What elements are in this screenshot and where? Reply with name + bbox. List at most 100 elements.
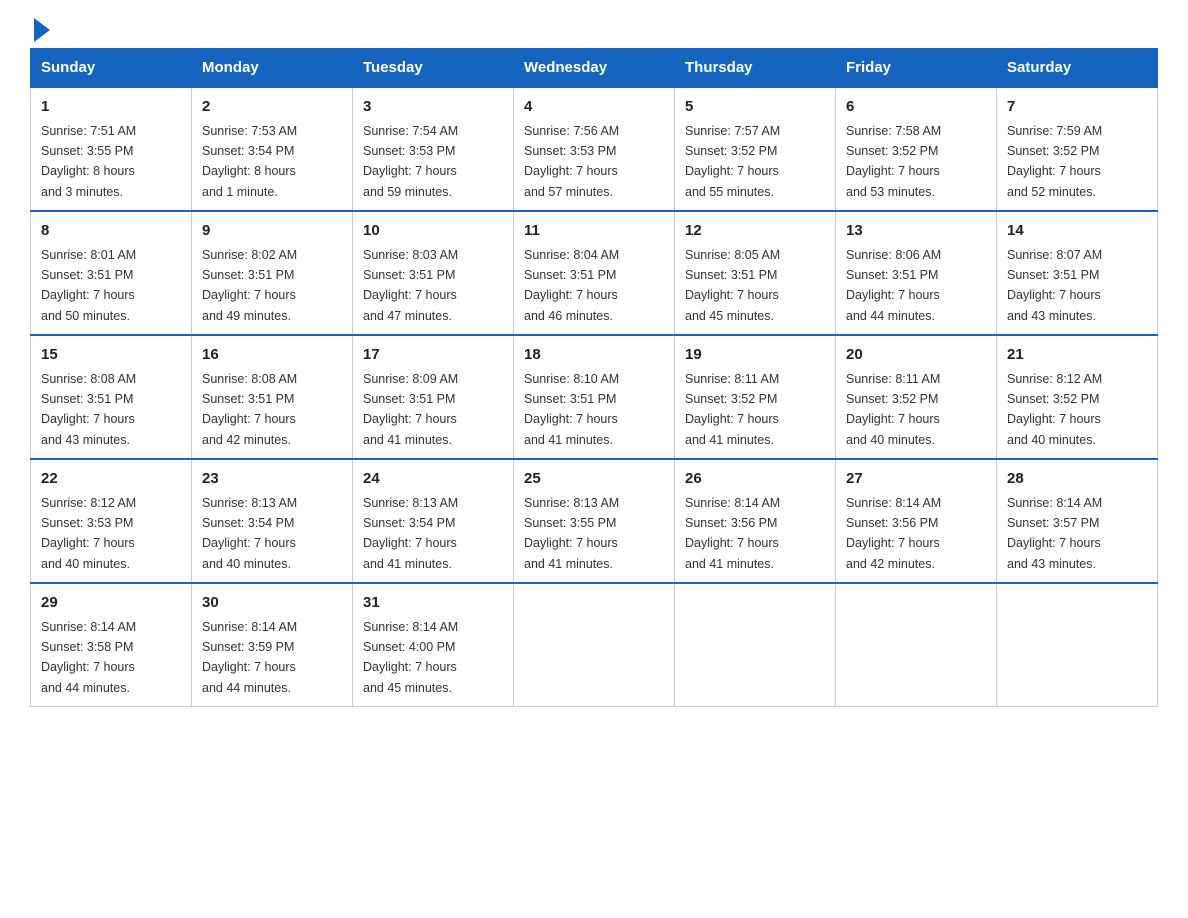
day-info: Sunrise: 8:14 AM Sunset: 4:00 PM Dayligh…	[363, 620, 458, 695]
week-row-1: 1 Sunrise: 7:51 AM Sunset: 3:55 PM Daylig…	[31, 87, 1158, 211]
day-cell: 9 Sunrise: 8:02 AM Sunset: 3:51 PM Daylig…	[192, 211, 353, 335]
week-row-5: 29 Sunrise: 8:14 AM Sunset: 3:58 PM Dayli…	[31, 583, 1158, 707]
day-cell	[514, 583, 675, 707]
day-info: Sunrise: 7:59 AM Sunset: 3:52 PM Dayligh…	[1007, 124, 1102, 199]
day-cell: 1 Sunrise: 7:51 AM Sunset: 3:55 PM Daylig…	[31, 87, 192, 211]
day-cell: 5 Sunrise: 7:57 AM Sunset: 3:52 PM Daylig…	[675, 87, 836, 211]
day-cell: 2 Sunrise: 7:53 AM Sunset: 3:54 PM Daylig…	[192, 87, 353, 211]
day-cell: 10Sunrise: 8:03 AM Sunset: 3:51 PM Dayli…	[353, 211, 514, 335]
day-info: Sunrise: 8:09 AM Sunset: 3:51 PM Dayligh…	[363, 372, 458, 447]
day-info: Sunrise: 8:14 AM Sunset: 3:56 PM Dayligh…	[846, 496, 941, 571]
column-header-wednesday: Wednesday	[514, 49, 675, 88]
day-cell: 29 Sunrise: 8:14 AM Sunset: 3:58 PM Dayli…	[31, 583, 192, 707]
day-cell: 4 Sunrise: 7:56 AM Sunset: 3:53 PM Daylig…	[514, 87, 675, 211]
day-cell: 23 Sunrise: 8:13 AM Sunset: 3:54 PM Dayli…	[192, 459, 353, 583]
day-info: Sunrise: 8:06 AM Sunset: 3:51 PM Dayligh…	[846, 248, 941, 323]
day-cell: 14Sunrise: 8:07 AM Sunset: 3:51 PM Dayli…	[997, 211, 1158, 335]
day-info: Sunrise: 8:08 AM Sunset: 3:51 PM Dayligh…	[41, 372, 136, 447]
day-cell: 24 Sunrise: 8:13 AM Sunset: 3:54 PM Dayli…	[353, 459, 514, 583]
day-info: Sunrise: 8:13 AM Sunset: 3:55 PM Dayligh…	[524, 496, 619, 571]
day-number: 31	[363, 592, 503, 615]
day-cell: 26 Sunrise: 8:14 AM Sunset: 3:56 PM Dayli…	[675, 459, 836, 583]
day-info: Sunrise: 8:14 AM Sunset: 3:57 PM Dayligh…	[1007, 496, 1102, 571]
day-cell: 15 Sunrise: 8:08 AM Sunset: 3:51 PM Dayli…	[31, 335, 192, 459]
day-number: 2	[202, 96, 342, 119]
logo	[30, 20, 52, 38]
day-info: Sunrise: 7:56 AM Sunset: 3:53 PM Dayligh…	[524, 124, 619, 199]
column-header-thursday: Thursday	[675, 49, 836, 88]
day-number: 20	[846, 344, 986, 367]
day-info: Sunrise: 8:13 AM Sunset: 3:54 PM Dayligh…	[202, 496, 297, 571]
day-info: Sunrise: 8:02 AM Sunset: 3:51 PM Dayligh…	[202, 248, 297, 323]
day-info: Sunrise: 7:53 AM Sunset: 3:54 PM Dayligh…	[202, 124, 297, 199]
day-cell: 30 Sunrise: 8:14 AM Sunset: 3:59 PM Dayli…	[192, 583, 353, 707]
day-number: 22	[41, 468, 181, 491]
day-info: Sunrise: 7:51 AM Sunset: 3:55 PM Dayligh…	[41, 124, 136, 199]
day-cell: 17 Sunrise: 8:09 AM Sunset: 3:51 PM Dayli…	[353, 335, 514, 459]
column-header-friday: Friday	[836, 49, 997, 88]
day-number: 27	[846, 468, 986, 491]
day-cell: 20Sunrise: 8:11 AM Sunset: 3:52 PM Dayli…	[836, 335, 997, 459]
day-number: 23	[202, 468, 342, 491]
day-number: 26	[685, 468, 825, 491]
day-cell: 6 Sunrise: 7:58 AM Sunset: 3:52 PM Daylig…	[836, 87, 997, 211]
day-info: Sunrise: 8:01 AM Sunset: 3:51 PM Dayligh…	[41, 248, 136, 323]
day-number: 8	[41, 220, 181, 243]
day-info: Sunrise: 8:14 AM Sunset: 3:56 PM Dayligh…	[685, 496, 780, 571]
column-header-monday: Monday	[192, 49, 353, 88]
day-cell	[836, 583, 997, 707]
calendar-header-row: SundayMondayTuesdayWednesdayThursdayFrid…	[31, 49, 1158, 88]
day-info: Sunrise: 8:14 AM Sunset: 3:58 PM Dayligh…	[41, 620, 136, 695]
day-info: Sunrise: 8:13 AM Sunset: 3:54 PM Dayligh…	[363, 496, 458, 571]
day-cell: 13 Sunrise: 8:06 AM Sunset: 3:51 PM Dayli…	[836, 211, 997, 335]
day-number: 21	[1007, 344, 1147, 367]
day-number: 13	[846, 220, 986, 243]
week-row-4: 22Sunrise: 8:12 AM Sunset: 3:53 PM Dayli…	[31, 459, 1158, 583]
day-info: Sunrise: 7:54 AM Sunset: 3:53 PM Dayligh…	[363, 124, 458, 199]
column-header-tuesday: Tuesday	[353, 49, 514, 88]
week-row-3: 15 Sunrise: 8:08 AM Sunset: 3:51 PM Dayli…	[31, 335, 1158, 459]
day-cell: 21 Sunrise: 8:12 AM Sunset: 3:52 PM Dayli…	[997, 335, 1158, 459]
day-number: 17	[363, 344, 503, 367]
calendar-table: SundayMondayTuesdayWednesdayThursdayFrid…	[30, 48, 1158, 707]
day-number: 3	[363, 96, 503, 119]
day-cell: 7 Sunrise: 7:59 AM Sunset: 3:52 PM Daylig…	[997, 87, 1158, 211]
day-number: 15	[41, 344, 181, 367]
day-info: Sunrise: 8:11 AM Sunset: 3:52 PM Dayligh…	[685, 372, 779, 447]
day-number: 9	[202, 220, 342, 243]
day-number: 11	[524, 220, 664, 243]
day-number: 29	[41, 592, 181, 615]
day-info: Sunrise: 8:07 AM Sunset: 3:51 PM Dayligh…	[1007, 248, 1102, 323]
day-cell: 31 Sunrise: 8:14 AM Sunset: 4:00 PM Dayli…	[353, 583, 514, 707]
day-info: Sunrise: 7:57 AM Sunset: 3:52 PM Dayligh…	[685, 124, 780, 199]
week-row-2: 8 Sunrise: 8:01 AM Sunset: 3:51 PM Daylig…	[31, 211, 1158, 335]
day-info: Sunrise: 8:05 AM Sunset: 3:51 PM Dayligh…	[685, 248, 780, 323]
day-number: 28	[1007, 468, 1147, 491]
day-info: Sunrise: 8:14 AM Sunset: 3:59 PM Dayligh…	[202, 620, 297, 695]
day-number: 25	[524, 468, 664, 491]
day-number: 7	[1007, 96, 1147, 119]
day-number: 4	[524, 96, 664, 119]
day-number: 6	[846, 96, 986, 119]
day-number: 1	[41, 96, 181, 119]
day-cell: 8 Sunrise: 8:01 AM Sunset: 3:51 PM Daylig…	[31, 211, 192, 335]
day-number: 30	[202, 592, 342, 615]
logo-arrow-icon	[32, 16, 52, 44]
day-cell: 12Sunrise: 8:05 AM Sunset: 3:51 PM Dayli…	[675, 211, 836, 335]
day-cell	[997, 583, 1158, 707]
day-number: 16	[202, 344, 342, 367]
day-info: Sunrise: 8:10 AM Sunset: 3:51 PM Dayligh…	[524, 372, 619, 447]
day-cell	[675, 583, 836, 707]
day-info: Sunrise: 8:08 AM Sunset: 3:51 PM Dayligh…	[202, 372, 297, 447]
day-cell: 16 Sunrise: 8:08 AM Sunset: 3:51 PM Dayli…	[192, 335, 353, 459]
day-info: Sunrise: 8:12 AM Sunset: 3:52 PM Dayligh…	[1007, 372, 1102, 447]
day-number: 24	[363, 468, 503, 491]
day-cell: 22Sunrise: 8:12 AM Sunset: 3:53 PM Dayli…	[31, 459, 192, 583]
day-info: Sunrise: 7:58 AM Sunset: 3:52 PM Dayligh…	[846, 124, 941, 199]
day-cell: 18 Sunrise: 8:10 AM Sunset: 3:51 PM Dayli…	[514, 335, 675, 459]
day-number: 5	[685, 96, 825, 119]
day-info: Sunrise: 8:04 AM Sunset: 3:51 PM Dayligh…	[524, 248, 619, 323]
day-number: 10	[363, 220, 503, 243]
day-cell: 19Sunrise: 8:11 AM Sunset: 3:52 PM Dayli…	[675, 335, 836, 459]
day-number: 18	[524, 344, 664, 367]
